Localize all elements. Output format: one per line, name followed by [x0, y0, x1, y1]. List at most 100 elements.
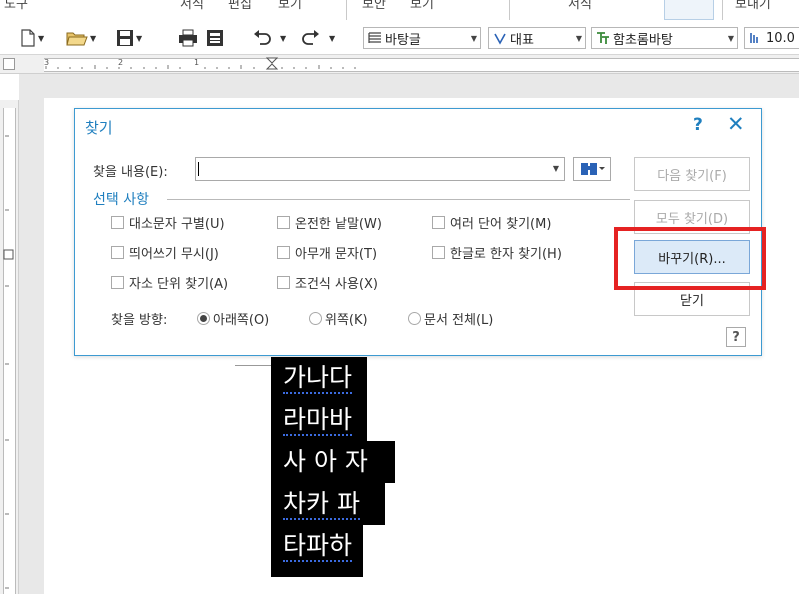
options-divider — [167, 199, 630, 200]
special-chars-button[interactable] — [573, 157, 611, 181]
checkbox-label: 한글로 한자 찾기(H) — [450, 247, 562, 262]
language-combo-value: 대표 — [510, 32, 534, 48]
undo-icon — [254, 30, 271, 45]
ribbon-item[interactable]: 보안 — [362, 0, 386, 12]
checkbox-multiple-words[interactable]: 여러 단어 찾기(M) — [432, 213, 551, 232]
checkbox-box[interactable] — [432, 216, 445, 229]
radio-direction-down[interactable]: 아래쪽(O) — [197, 309, 269, 328]
font-combo-value: 함초롬바탕 — [613, 32, 673, 48]
ruler-number: 1 — [194, 58, 200, 67]
preview-button[interactable] — [206, 27, 224, 49]
ribbon-item[interactable]: 서식 — [180, 0, 204, 12]
checkbox-regex[interactable]: 조건식 사용(X) — [277, 273, 378, 292]
save-button[interactable]: ▼ — [116, 27, 142, 49]
vertical-ruler-ticks — [3, 135, 14, 589]
paragraph-marker-line — [235, 365, 273, 366]
radio-label: 아래쪽(O) — [213, 313, 270, 328]
style-combo[interactable]: 바탕글 ▼ — [363, 27, 481, 49]
radio-circle[interactable] — [408, 312, 421, 325]
document-line[interactable]: 가나다 — [271, 357, 367, 399]
ribbon-item[interactable]: 편집 — [228, 0, 252, 12]
ribbon-menu: 도구 서식 편집 보기 보안 보기 서식 보내기 — [0, 0, 799, 22]
help-small-button[interactable]: ? — [726, 327, 746, 347]
checkbox-label: 조건식 사용(X) — [295, 277, 378, 292]
ribbon-active-box[interactable] — [664, 0, 714, 20]
chevron-down-icon: ▼ — [90, 33, 97, 43]
undo-button[interactable]: ▼ — [252, 27, 286, 49]
radio-direction-up[interactable]: 위쪽(K) — [309, 309, 368, 328]
options-title: 선택 사항 — [93, 192, 149, 208]
checkbox-box[interactable] — [277, 246, 290, 259]
find-label: 찾을 내용(E): — [93, 165, 168, 180]
checkbox-whole-word[interactable]: 온전한 낱말(W) — [277, 213, 382, 232]
checkbox-box[interactable] — [111, 216, 124, 229]
radio-label: 문서 전체(L) — [424, 313, 494, 328]
checkbox-label: 아무개 문자(T) — [295, 247, 378, 262]
document-line-text: 가나다 — [283, 363, 353, 394]
chevron-down-icon: ▼ — [280, 33, 287, 43]
style-icon — [368, 32, 381, 43]
preview-icon — [207, 30, 223, 46]
save-icon — [117, 30, 133, 46]
find-input[interactable]: ▼ — [195, 157, 565, 181]
font-size-icon — [750, 33, 758, 43]
font-size-combo[interactable]: 10.0 — [744, 27, 799, 49]
document-line[interactable]: 차카 파 — [271, 483, 385, 525]
radio-direction-whole[interactable]: 문서 전체(L) — [408, 309, 493, 328]
toolbar: ▼ ▼ ▼ ▼ ▼ 바탕글 ▼ 대표 ▼ 함초롬바탕 ▼ 10.0 — [0, 24, 799, 55]
ribbon-separator — [509, 0, 510, 20]
checkbox-box[interactable] — [111, 246, 124, 259]
text-caret — [198, 162, 199, 176]
chevron-down-icon: ▼ — [38, 33, 45, 43]
document-line-text: 타파하 — [283, 531, 353, 562]
radio-circle[interactable] — [309, 312, 322, 325]
radio-circle[interactable] — [197, 312, 210, 325]
help-icon[interactable]: ? — [693, 115, 703, 135]
open-button[interactable]: ▼ — [66, 27, 96, 49]
checkbox-label: 여러 단어 찾기(M) — [450, 217, 552, 232]
chevron-down-icon: ▼ — [727, 33, 735, 43]
checkbox-label: 자소 단위 찾기(A) — [129, 277, 229, 292]
document-line[interactable]: 사 아 자 — [271, 441, 395, 483]
checkbox-label: 띄어쓰기 무시(J) — [129, 247, 219, 262]
new-doc-icon — [21, 29, 35, 47]
ruler-number: 2 — [118, 58, 124, 67]
document-text-block[interactable]: 가나다 라마바 사 아 자 차카 파 타파하 — [271, 357, 395, 577]
checkbox-box[interactable] — [277, 216, 290, 229]
ribbon-item[interactable]: 보기 — [278, 0, 302, 12]
checkbox-ignore-spacing[interactable]: 띄어쓰기 무시(J) — [111, 243, 219, 262]
document-line[interactable]: 타파하 — [271, 525, 363, 577]
find-next-button[interactable]: 다음 찾기(F) — [634, 157, 750, 191]
direction-label: 찾을 방향: — [111, 313, 168, 328]
chevron-down-icon[interactable]: ▼ — [553, 164, 559, 173]
font-size-value: 10.0 — [766, 30, 795, 46]
checkbox-label: 온전한 낱말(W) — [295, 217, 382, 232]
checkbox-box[interactable] — [432, 246, 445, 259]
chevron-down-icon: ▼ — [575, 33, 583, 43]
radio-selected-dot — [200, 315, 207, 322]
language-combo[interactable]: 대표 ▼ — [488, 27, 586, 49]
checkbox-match-case[interactable]: 대소문자 구별(U) — [111, 213, 225, 232]
checkbox-jamo-search[interactable]: 자소 단위 찾기(A) — [111, 273, 228, 292]
ribbon-item[interactable]: 보기 — [410, 0, 434, 12]
print-icon — [179, 29, 197, 47]
checkbox-hanja-search[interactable]: 한글로 한자 찾기(H) — [432, 243, 562, 262]
chevron-down-icon: ▼ — [470, 33, 478, 43]
ribbon-item[interactable]: 보내기 — [735, 0, 771, 12]
binoculars-icon — [581, 163, 605, 175]
checkbox-box[interactable] — [277, 276, 290, 289]
redo-button[interactable]: ▼ — [301, 27, 335, 49]
ribbon-item[interactable]: 서식 — [568, 0, 592, 12]
checkbox-wildcard[interactable]: 아무개 문자(T) — [277, 243, 377, 262]
vertical-ruler[interactable] — [0, 100, 19, 594]
font-combo[interactable]: 함초롬바탕 ▼ — [591, 27, 738, 49]
ribbon-separator — [346, 0, 347, 20]
ribbon-item[interactable]: 도구 — [4, 0, 28, 12]
open-folder-icon — [66, 32, 88, 46]
dialog-title: 찾기 — [85, 119, 113, 137]
print-button[interactable] — [178, 27, 198, 49]
document-line[interactable]: 라마바 — [271, 399, 367, 441]
new-doc-button[interactable]: ▼ — [20, 27, 44, 49]
close-icon[interactable]: ✕ — [727, 112, 745, 136]
checkbox-box[interactable] — [111, 276, 124, 289]
